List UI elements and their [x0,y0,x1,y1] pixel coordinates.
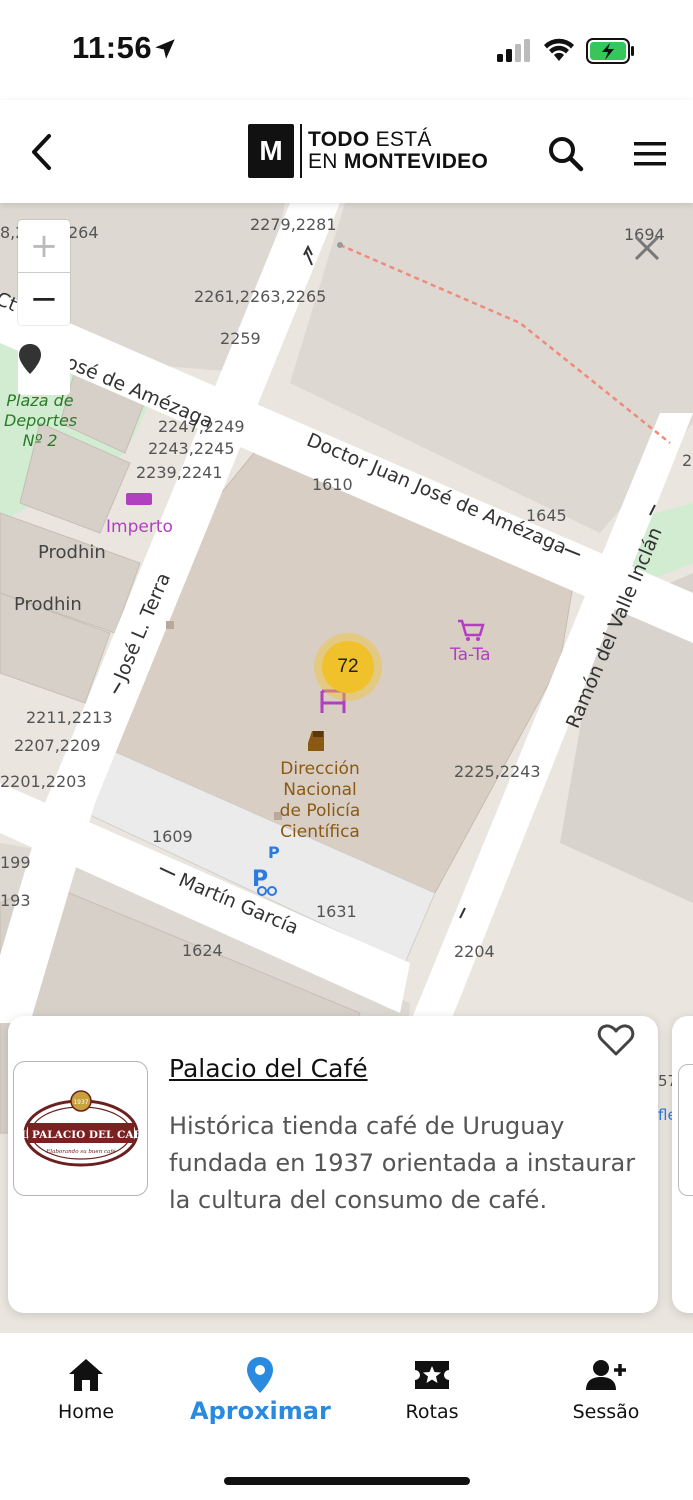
palacio-del-cafe-logo: 1937 EL PALACIO DEL CAFE Elaborando su b… [22,1089,140,1166]
svg-text:1937: 1937 [73,1099,88,1106]
search-icon [549,137,584,172]
favorite-button[interactable] [596,1020,636,1060]
star-ticket-icon [415,1361,449,1389]
wifi-icon [544,38,574,61]
map-number: 2201,2203 [0,772,87,791]
cluster-count: 72 [322,641,374,693]
add-user-icon [586,1360,626,1390]
map-number: 2225,2243 [454,762,541,781]
poi-imperto: Imperto [106,517,173,537]
poi-prodhin: Prodhin [14,594,82,615]
poi-prodhin: Prodhin [38,542,106,563]
zoom-out-button[interactable]: − [18,273,70,325]
map-cluster-marker[interactable]: 72 [314,633,382,701]
map-number: 2 [682,451,693,470]
zoom-control: + − [18,220,70,325]
locate-button[interactable] [18,343,70,395]
next-place-card[interactable] [672,1016,693,1313]
tab-label: Rotas [405,1401,459,1423]
map-number: 2211,2213 [26,708,113,727]
logo-mark: M [248,124,294,178]
status-time: 11:56 [72,30,153,65]
place-description: Histórica tienda café de Uruguay fundada… [169,1112,636,1214]
map-number: 2204 [454,942,495,961]
home-icon [69,1359,103,1391]
tab-label: Sessão [572,1401,640,1423]
close-map-button[interactable] [630,231,664,265]
location-arrow-icon [155,39,175,59]
tab-aproximar[interactable]: Aproximar [190,1355,331,1425]
place-title[interactable]: Palacio del Café [169,1054,368,1083]
map-pin-icon [19,344,41,374]
app-header: M TODO ESTÁ EN MONTEVIDEO [0,100,693,203]
zoom-in-button[interactable]: + [18,220,70,272]
next-place-thumbnail [678,1064,693,1196]
battery-charging-icon [586,38,634,64]
status-bar: 11:56 [0,0,693,100]
tab-rotas[interactable]: Rotas [362,1355,502,1423]
map-number: 1610 [312,475,353,494]
logo-wordmark: TODO ESTÁ EN MONTEVIDEO [308,128,489,173]
menu-button[interactable] [628,134,672,174]
menu-icon [634,142,666,166]
back-button[interactable] [22,132,62,172]
place-thumbnail[interactable]: 1937 EL PALACIO DEL CAFE Elaborando su b… [13,1061,148,1196]
map-number: 1609 [152,827,193,846]
tab-sessao[interactable]: Sessão [536,1355,676,1423]
back-icon [32,134,51,170]
bottom-tab-bar: Home Aproximar Rotas Sessão [0,1333,693,1500]
close-icon [634,235,660,261]
tab-home[interactable]: Home [16,1355,156,1423]
map-number: 1624 [182,941,223,960]
svg-text:Elaborando su buen café: Elaborando su buen café [45,1148,116,1155]
map-number: 264 [68,223,99,242]
app-logo[interactable]: M TODO ESTÁ EN MONTEVIDEO [248,124,488,178]
poi-policia: Dirección Nacional de Policía Científica [279,759,361,842]
map-number: 199 [0,853,31,872]
logo-letter: M [259,135,283,166]
map-number: 2261,2263,2265 [194,287,327,306]
cellular-signal-icon [497,39,530,62]
search-button[interactable] [544,132,588,176]
home-indicator [224,1477,470,1485]
map-number: 2279,2281 [250,215,337,234]
place-card[interactable]: 1937 EL PALACIO DEL CAFE Elaborando su b… [8,1016,658,1313]
svg-text:EL PALACIO DEL CAFE: EL PALACIO DEL CAFE [22,1129,140,1141]
tab-label: Aproximar [190,1397,331,1425]
poi-plaza: Plaza de Deportes Nº 2 [4,391,78,450]
poi-tata: Ta-Ta [450,645,491,665]
poi-parking: P [268,843,280,862]
location-pin-icon [247,1357,273,1393]
heart-icon [597,1024,635,1056]
map-number: 2239,2241 [136,463,223,482]
map-number: 2243,2245 [148,439,235,458]
map-number: 193 [0,891,31,910]
map-number: 2259 [220,329,261,348]
tab-label: Home [57,1401,115,1423]
map-number: 2207,2209 [14,736,101,755]
map-number: 1631 [316,902,357,921]
poi-bike-parking: P [252,867,269,892]
